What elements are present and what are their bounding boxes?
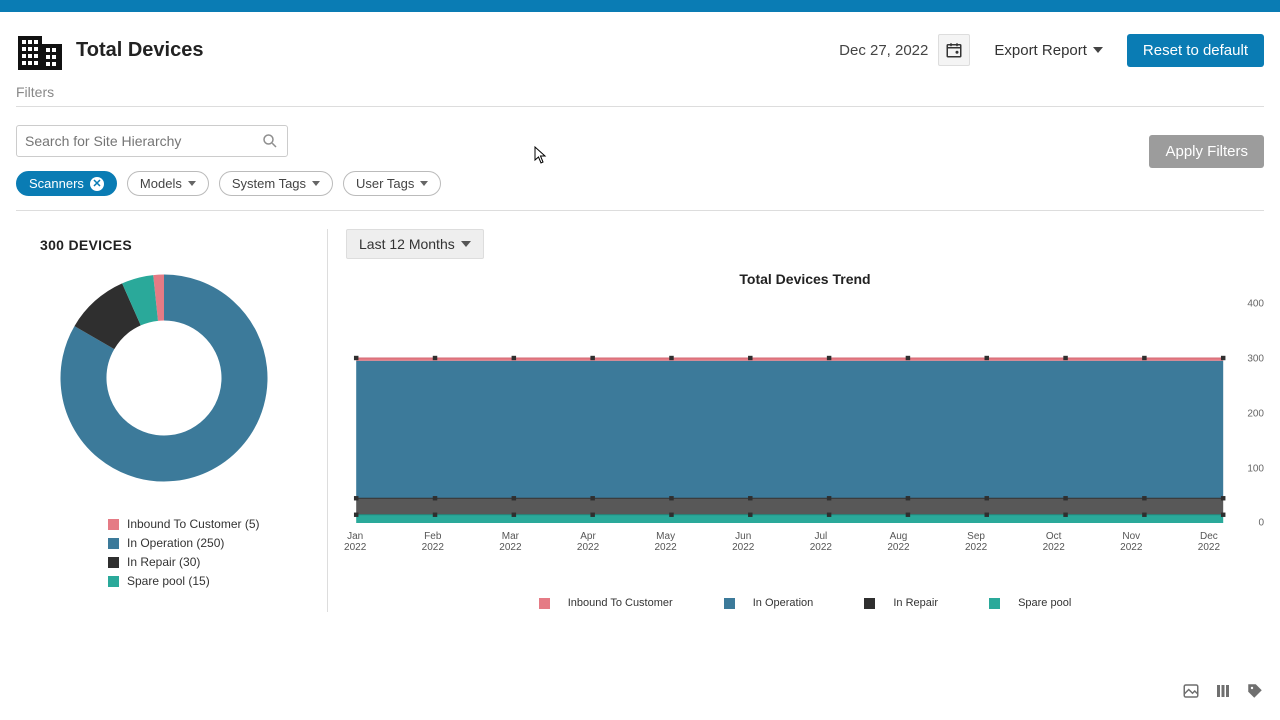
chip-scanners-label: Scanners — [29, 176, 84, 191]
date-picker-button[interactable] — [938, 34, 970, 66]
xtick: Apr2022 — [566, 531, 610, 553]
legend-item-spare: Spare pool — [977, 597, 1083, 609]
trend-title: Total Devices Trend — [346, 271, 1264, 287]
legend-item-in-repair: In Repair — [852, 597, 950, 609]
legend-label: In Repair (30) — [127, 555, 200, 569]
xtick: Jun2022 — [721, 531, 765, 553]
legend-label: Inbound To Customer (5) — [127, 517, 260, 531]
legend-swatch — [539, 598, 550, 609]
ytick: 0 — [1258, 518, 1264, 529]
legend-swatch — [108, 538, 119, 549]
chip-scanners[interactable]: Scanners ✕ — [16, 171, 117, 196]
legend-item-in-operation: In Operation — [712, 597, 826, 609]
xtick: Feb2022 — [411, 531, 455, 553]
caret-down-icon — [461, 241, 471, 247]
image-view-icon[interactable] — [1182, 682, 1200, 700]
trend-legend: Inbound To Customer In Operation In Repa… — [346, 597, 1264, 612]
legend-item-inbound: Inbound To Customer — [527, 597, 685, 609]
content-row: 300 DEVICES Inbound To Customer (5) In O… — [0, 211, 1280, 612]
trend-panel: Last 12 Months Total Devices Trend — [328, 229, 1264, 612]
caret-down-icon — [420, 181, 428, 186]
page-header: Total Devices Dec 27, 2022 Export Report… — [0, 12, 1280, 84]
legend-item-inbound: Inbound To Customer (5) — [108, 517, 311, 531]
xtick: Dec2022 — [1187, 531, 1231, 553]
filters-section: Filters Scanners ✕ Models System Tags Us… — [0, 84, 1280, 211]
legend-swatch — [108, 519, 119, 530]
legend-item-in-repair: In Repair (30) — [108, 555, 311, 569]
page-title: Total Devices — [76, 39, 203, 62]
devices-donut-chart — [49, 263, 279, 493]
xtick: Jul2022 — [799, 531, 843, 553]
legend-item-spare: Spare pool (15) — [108, 574, 311, 588]
apply-filters-button[interactable]: Apply Filters — [1149, 135, 1264, 168]
ytick: 100 — [1247, 464, 1264, 475]
caret-down-icon — [1093, 47, 1103, 53]
legend-item-in-operation: In Operation (250) — [108, 536, 311, 550]
ytick: 400 — [1247, 299, 1264, 310]
xtick: Aug2022 — [876, 531, 920, 553]
filters-label: Filters — [16, 84, 1264, 107]
report-date: Dec 27, 2022 — [839, 42, 928, 59]
legend-swatch — [864, 598, 875, 609]
legend-swatch — [724, 598, 735, 609]
trend-chart: 0 100 200 300 400 Jan2022Feb2022Mar2022A… — [346, 293, 1264, 563]
chip-models-label: Models — [140, 176, 182, 191]
legend-label: In Operation (250) — [127, 536, 224, 550]
xtick: Nov2022 — [1109, 531, 1153, 553]
legend-label: Inbound To Customer — [568, 597, 673, 609]
export-report-label: Export Report — [994, 42, 1087, 59]
building-icon — [18, 30, 62, 70]
legend-swatch — [989, 598, 1000, 609]
xtick: Mar2022 — [488, 531, 532, 553]
chip-user-tags-label: User Tags — [356, 176, 414, 191]
xtick: Jan2022 — [333, 531, 377, 553]
legend-swatch — [108, 576, 119, 587]
legend-label: In Repair — [893, 597, 938, 609]
site-hierarchy-search[interactable] — [16, 125, 288, 157]
device-summary-panel: 300 DEVICES Inbound To Customer (5) In O… — [16, 229, 328, 612]
tag-icon[interactable] — [1246, 682, 1264, 700]
time-range-label: Last 12 Months — [359, 236, 455, 252]
calendar-icon — [945, 41, 963, 59]
device-count-label: 300 DEVICES — [40, 237, 311, 253]
export-report-button[interactable]: Export Report — [980, 35, 1117, 66]
chip-user-tags[interactable]: User Tags — [343, 171, 441, 196]
legend-label: In Operation — [753, 597, 814, 609]
caret-down-icon — [312, 181, 320, 186]
caret-down-icon — [188, 181, 196, 186]
reset-default-button[interactable]: Reset to default — [1127, 34, 1264, 67]
legend-label: Spare pool (15) — [127, 574, 210, 588]
footer-toolbar — [1182, 682, 1264, 700]
xtick: May2022 — [644, 531, 688, 553]
donut-legend: Inbound To Customer (5) In Operation (25… — [108, 517, 311, 588]
filter-chips-row: Scanners ✕ Models System Tags User Tags — [16, 171, 1264, 196]
site-hierarchy-input[interactable] — [25, 133, 261, 149]
xtick: Sep2022 — [954, 531, 998, 553]
legend-label: Spare pool — [1018, 597, 1071, 609]
legend-swatch — [108, 557, 119, 568]
chip-system-tags-label: System Tags — [232, 176, 306, 191]
columns-view-icon[interactable] — [1214, 682, 1232, 700]
chip-models[interactable]: Models — [127, 171, 209, 196]
chip-scanners-remove-icon[interactable]: ✕ — [90, 177, 104, 191]
time-range-selector[interactable]: Last 12 Months — [346, 229, 484, 259]
ytick: 300 — [1247, 354, 1264, 365]
xtick: Oct2022 — [1032, 531, 1076, 553]
ytick: 200 — [1247, 409, 1264, 420]
search-icon — [261, 132, 279, 150]
chip-system-tags[interactable]: System Tags — [219, 171, 333, 196]
top-accent-bar — [0, 0, 1280, 12]
